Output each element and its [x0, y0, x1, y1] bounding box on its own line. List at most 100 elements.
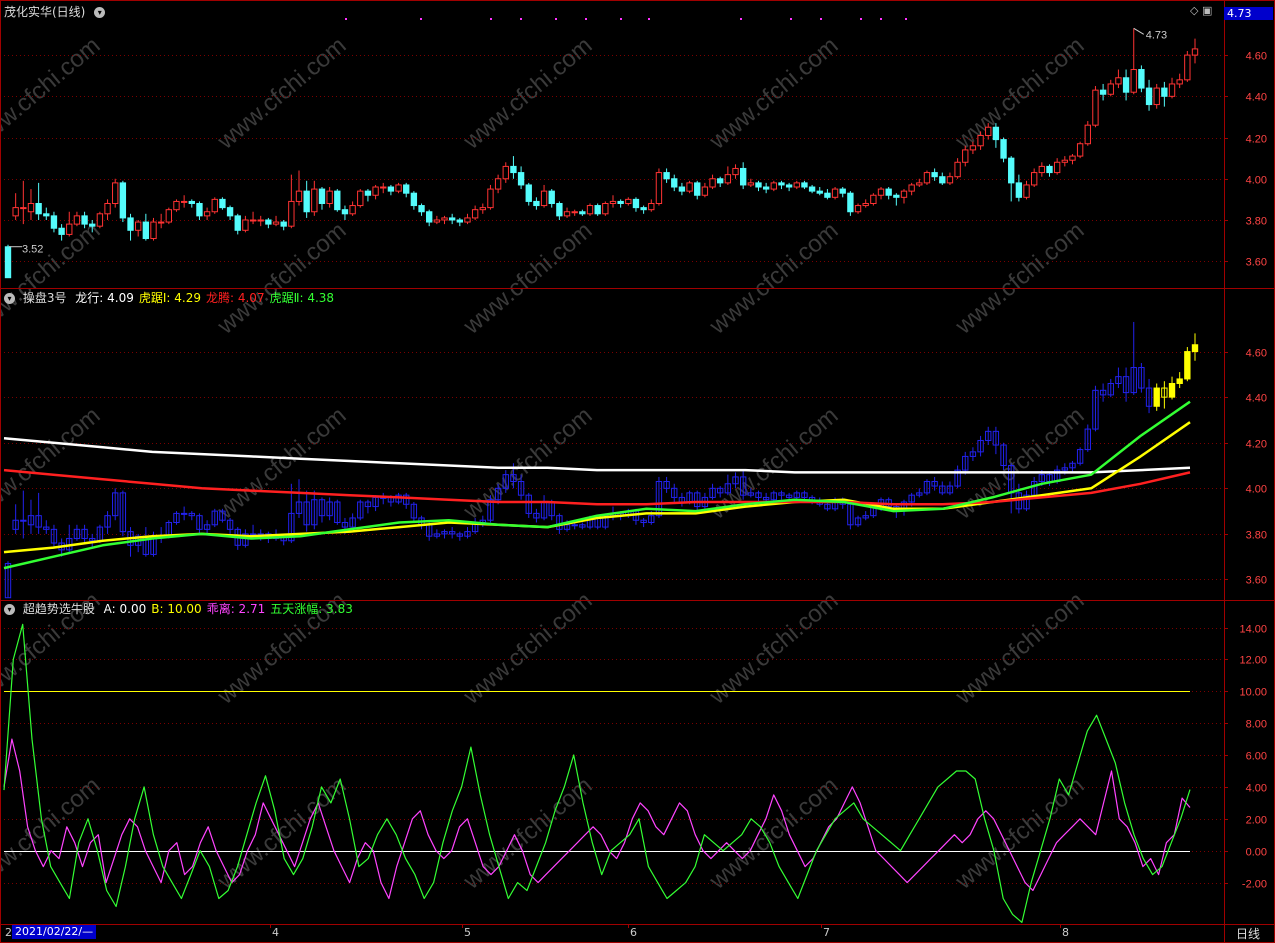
candle-body [1161, 87, 1168, 97]
candle-body [648, 202, 655, 211]
candle-body [12, 207, 19, 217]
candle-body [985, 126, 992, 136]
candle-body [502, 165, 509, 180]
candle-body [318, 188, 326, 204]
candle-body [219, 198, 226, 209]
panel3-header: ▾ 超趋势选牛股 A: 0.00 B: 10.00 乖离: 2.71 五天涨幅: 3.… [4, 600, 363, 618]
candle-body [364, 190, 372, 196]
event-marker [555, 18, 557, 20]
candle-body [954, 161, 961, 178]
y-tick-label: 2.00 [1246, 815, 1267, 827]
candle-body [456, 219, 464, 223]
candle-body [663, 172, 670, 180]
watermark-text: www.cfchi.com [950, 217, 1090, 340]
candle-body [548, 190, 555, 204]
event-marker [740, 18, 742, 20]
watermark-text: www.cfchi.com [704, 217, 844, 340]
y-tick-label: 12.00 [1239, 655, 1267, 667]
candle-body [96, 213, 104, 227]
indicator-panel-trend[interactable]: -2.00 0.00 2.00 4.00 6.00 8.00 10.00 12.00 14.00 [3, 624, 1267, 924]
candle-body [939, 176, 946, 184]
candle-body [180, 200, 188, 203]
x-axis-month-label: 8 [1062, 926, 1069, 939]
candle-body [808, 186, 816, 192]
candle-body [778, 182, 785, 186]
caopan-legend-0: 龙行: 4.09 [75, 291, 134, 305]
watermark-text: www.cfchi.com [704, 32, 844, 155]
x-axis-month-label: 5 [464, 926, 471, 939]
candle-body [257, 219, 264, 222]
dropdown-chevron-icon[interactable]: ▾ [4, 293, 15, 304]
candle-body [58, 227, 65, 235]
candle-body [533, 200, 540, 207]
candle-body [403, 184, 410, 194]
y-tick-label: 4.20 [1246, 439, 1267, 451]
y-tick-label: 4.00 [1246, 484, 1267, 496]
dropdown-chevron-icon[interactable]: ▾ [94, 7, 106, 18]
event-marker [820, 18, 822, 20]
y-tick-label: 3.80 [1246, 530, 1267, 542]
y-tick-label: 8.00 [1246, 719, 1267, 731]
candle-body [724, 174, 732, 184]
candle-body [165, 209, 172, 223]
candle-body [992, 126, 1000, 141]
candle-body [1168, 83, 1176, 97]
candle-body [1153, 387, 1160, 407]
candle-body [831, 188, 839, 198]
y-tick-label: 4.00 [1246, 783, 1267, 795]
high-pointer [1133, 27, 1144, 35]
candle-body [785, 184, 793, 188]
candle-body [226, 207, 234, 217]
x-axis-tick [1060, 924, 1061, 928]
candle-body [448, 217, 456, 221]
period-label[interactable]: 日线 [1236, 925, 1260, 942]
candle-body [571, 211, 578, 214]
dropdown-chevron-icon[interactable]: ▾ [4, 604, 15, 615]
panel1-header: 茂化实华(日线) ▾ [4, 3, 109, 21]
date-cursor-box: 2021/02/22/— [12, 925, 97, 939]
candle-body [847, 192, 854, 213]
candle-body [816, 190, 823, 194]
corner-icons[interactable]: ◇ ▣ [1190, 4, 1212, 17]
candle-body [1122, 77, 1130, 93]
y-tick-label: 4.20 [1246, 134, 1267, 146]
window-icon[interactable]: ▣ [1202, 4, 1212, 17]
candle-body [1092, 89, 1099, 126]
candle-body [249, 533, 257, 536]
candle-body [311, 188, 318, 213]
candle-body [372, 186, 379, 196]
candle-body [1023, 184, 1030, 198]
candle-body [556, 202, 563, 217]
candle-body [135, 221, 142, 231]
candle-body [1130, 69, 1137, 93]
trend-legend-2: 乖离: 2.71 [206, 602, 266, 616]
y-tick-label: 0.00 [1246, 847, 1267, 859]
candle-body [563, 211, 571, 217]
candle-body [334, 190, 341, 211]
candle-body [150, 221, 157, 240]
candle-body [962, 149, 969, 163]
candle-body [602, 202, 609, 215]
y-tick-label: 4.40 [1246, 393, 1267, 405]
watermark-text: www.cfchi.com [458, 32, 598, 155]
indicator-panel-caopan[interactable]: 3.60 3.80 4.00 4.20 4.40 4.60 [3, 321, 1267, 599]
watermark-text: www.cfchi.com [458, 772, 598, 895]
candle-body [931, 172, 938, 178]
candle-body [625, 198, 632, 204]
candle-body [471, 209, 479, 219]
candle-body [4, 246, 12, 279]
candle-body [586, 205, 594, 215]
candle-body [410, 192, 418, 207]
candle-body [280, 221, 287, 227]
candle-body [1191, 344, 1199, 353]
trend-legend-3: 五天涨幅: 3.83 [270, 602, 353, 616]
trend-legend-0: A: 0.00 [103, 602, 147, 616]
candle-body [977, 134, 984, 147]
candle-body [900, 190, 908, 198]
candle-body [885, 188, 892, 196]
candle-body [579, 211, 586, 215]
panel2-header: ▾ 操盘3号 龙行: 4.09 虎踞Ⅰ: 4.29 龙腾: 4.07 虎踞Ⅱ: 4.3… [4, 289, 344, 307]
stock-title: 茂化实华(日线) [4, 5, 86, 19]
event-marker [420, 18, 422, 20]
diamond-icon[interactable]: ◇ [1190, 4, 1198, 17]
